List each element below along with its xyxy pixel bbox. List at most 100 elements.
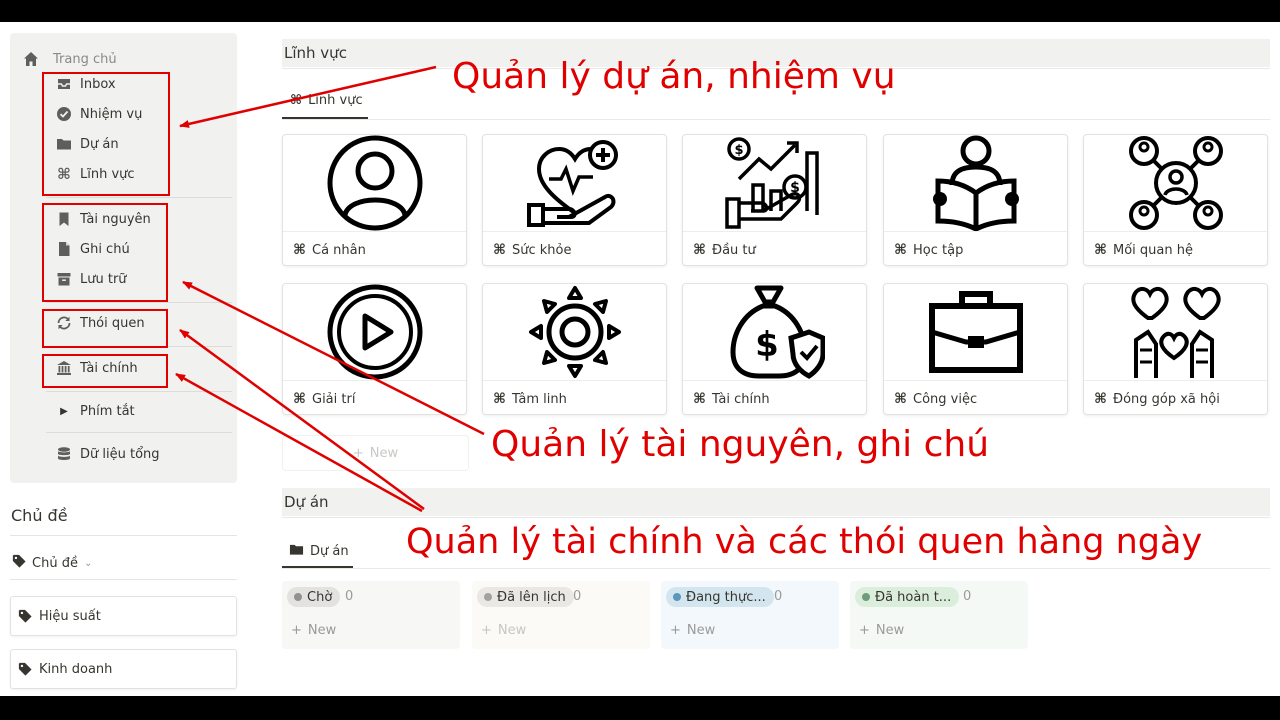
area-card-title: Đầu tư bbox=[712, 242, 756, 258]
topic-card-business[interactable]: Kinh doanh bbox=[10, 649, 237, 689]
topic-card-label: Kinh doanh bbox=[39, 661, 113, 677]
sidebar-divider bbox=[46, 302, 232, 303]
board-column-done: Đã hoàn t... 0 + New bbox=[850, 581, 1028, 649]
tag-icon bbox=[12, 554, 26, 572]
add-card-label: New bbox=[875, 623, 905, 638]
topics-divider bbox=[10, 579, 237, 580]
add-card-label: New bbox=[307, 623, 337, 638]
tab-areas-gallery[interactable]: ⌘ Lĩnh vực bbox=[290, 93, 363, 108]
areas-heading-text: Lĩnh vực bbox=[284, 44, 347, 62]
new-area-label: New bbox=[369, 445, 399, 461]
topic-card-performance[interactable]: Hiệu suất bbox=[10, 596, 237, 636]
money-bag-icon: $ bbox=[683, 284, 866, 380]
area-card-title: Học tập bbox=[913, 242, 964, 258]
area-card-title: Mối quan hệ bbox=[1113, 242, 1193, 258]
svg-text:$: $ bbox=[734, 143, 743, 158]
status-dot bbox=[862, 593, 870, 601]
area-card-title: Tâm linh bbox=[512, 391, 567, 407]
command-icon: ⌘ bbox=[1094, 242, 1107, 258]
plus-icon: + bbox=[670, 623, 681, 638]
column-count: 0 bbox=[345, 589, 354, 604]
tab-projects-board[interactable]: Dự án bbox=[289, 542, 349, 561]
area-card-health[interactable]: ⌘ Sức khỏe bbox=[482, 134, 667, 266]
play-icon bbox=[283, 284, 466, 380]
home-icon bbox=[23, 51, 39, 67]
topics-heading: Chủ đề bbox=[11, 506, 68, 525]
reading-icon bbox=[884, 135, 1067, 231]
status-badge[interactable]: Đã lên lịch bbox=[477, 587, 574, 607]
add-card-button[interactable]: + New bbox=[859, 623, 904, 638]
area-card-investment[interactable]: $ $ ⌘ Đầu tư bbox=[682, 134, 867, 266]
sun-icon bbox=[483, 284, 666, 380]
sidebar-item-label: Dữ liệu tổng bbox=[80, 446, 160, 462]
command-icon: ⌘ bbox=[293, 391, 306, 407]
tab-divider bbox=[282, 568, 1270, 569]
sidebar-item-home[interactable]: Trang chủ bbox=[10, 46, 237, 72]
column-count: 0 bbox=[573, 589, 582, 604]
board-column-scheduled: Đã lên lịch 0 + New bbox=[472, 581, 650, 649]
folder-icon bbox=[289, 542, 304, 561]
command-icon: ⌘ bbox=[1094, 391, 1107, 407]
command-icon: ⌘ bbox=[693, 391, 706, 407]
add-card-button[interactable]: + New bbox=[481, 623, 526, 638]
area-card-title: Cá nhân bbox=[312, 242, 366, 258]
health-heart-icon bbox=[483, 135, 666, 231]
area-card-social-contribution[interactable]: ⌘ Đóng góp xã hội bbox=[1083, 283, 1268, 415]
add-card-button[interactable]: + New bbox=[291, 623, 336, 638]
chevron-down-icon: ⌄ bbox=[83, 557, 93, 569]
sidebar-item-label: Trang chủ bbox=[53, 51, 117, 67]
annotation-resources-notes: Quản lý tài nguyên, ghi chú bbox=[491, 424, 990, 465]
annotation-box bbox=[42, 72, 170, 196]
add-card-label: New bbox=[686, 623, 716, 638]
command-icon: ⌘ bbox=[293, 242, 306, 258]
plus-icon: + bbox=[352, 445, 364, 461]
status-dot bbox=[294, 593, 302, 601]
charity-icon bbox=[1084, 284, 1267, 380]
sidebar-divider bbox=[46, 432, 232, 433]
command-icon: ⌘ bbox=[693, 242, 706, 258]
area-card-relationships[interactable]: ⌘ Mối quan hệ bbox=[1083, 134, 1268, 266]
sidebar-item-shortcuts[interactable]: ▶ Phím tắt bbox=[10, 398, 237, 424]
triangle-right-icon[interactable]: ▶ bbox=[56, 403, 72, 419]
plus-icon: + bbox=[291, 623, 302, 638]
board-column-waiting: Chờ 0 + New bbox=[282, 581, 460, 649]
area-card-work[interactable]: ⌘ Công việc bbox=[883, 283, 1068, 415]
tab-label: Dự án bbox=[310, 544, 349, 559]
annotation-box bbox=[42, 203, 168, 302]
annotation-box bbox=[42, 354, 168, 388]
command-icon: ⌘ bbox=[290, 93, 303, 108]
tag-icon bbox=[17, 609, 33, 623]
topics-toggle[interactable]: Chủ đề ⌄ bbox=[12, 554, 92, 572]
projects-heading: Dự án bbox=[282, 488, 1270, 516]
status-label: Đã hoàn t... bbox=[875, 589, 952, 605]
plus-icon: + bbox=[859, 623, 870, 638]
area-card-spirituality[interactable]: ⌘ Tâm linh bbox=[482, 283, 667, 415]
area-card-title: Sức khỏe bbox=[512, 242, 572, 258]
status-badge[interactable]: Chờ bbox=[287, 587, 341, 607]
area-card-finance[interactable]: $ ⌘ Tài chính bbox=[682, 283, 867, 415]
area-card-title: Giải trí bbox=[312, 391, 356, 407]
sidebar-item-master-data[interactable]: Dữ liệu tổng bbox=[10, 441, 237, 467]
status-badge[interactable]: Đang thực... bbox=[666, 587, 774, 607]
area-card-title: Đóng góp xã hội bbox=[1113, 391, 1220, 407]
status-dot bbox=[484, 593, 492, 601]
annotation-projects-tasks: Quản lý dự án, nhiệm vụ bbox=[452, 56, 896, 97]
sidebar-item-label: Phím tắt bbox=[80, 403, 135, 419]
topics-toggle-label: Chủ đề bbox=[32, 555, 78, 571]
annotation-finance-habits: Quản lý tài chính và các thói quen hàng … bbox=[406, 522, 1203, 562]
tab-label: Lĩnh vực bbox=[308, 93, 363, 108]
status-label: Đã lên lịch bbox=[497, 589, 566, 605]
area-card-entertainment[interactable]: ⌘ Giải trí bbox=[282, 283, 467, 415]
person-icon bbox=[283, 135, 466, 231]
topic-card-label: Hiệu suất bbox=[39, 608, 101, 624]
add-card-button[interactable]: + New bbox=[670, 623, 715, 638]
status-badge[interactable]: Đã hoàn t... bbox=[855, 587, 960, 607]
area-card-personal[interactable]: ⌘ Cá nhân bbox=[282, 134, 467, 266]
status-label: Chờ bbox=[307, 589, 333, 605]
area-card-title: Công việc bbox=[913, 391, 978, 407]
investment-icon: $ $ bbox=[683, 135, 866, 231]
area-card-learning[interactable]: ⌘ Học tập bbox=[883, 134, 1068, 266]
board-column-in-progress: Đang thực... 0 + New bbox=[661, 581, 839, 649]
projects-heading-text: Dự án bbox=[284, 493, 329, 511]
new-area-button[interactable]: + New bbox=[282, 435, 469, 471]
